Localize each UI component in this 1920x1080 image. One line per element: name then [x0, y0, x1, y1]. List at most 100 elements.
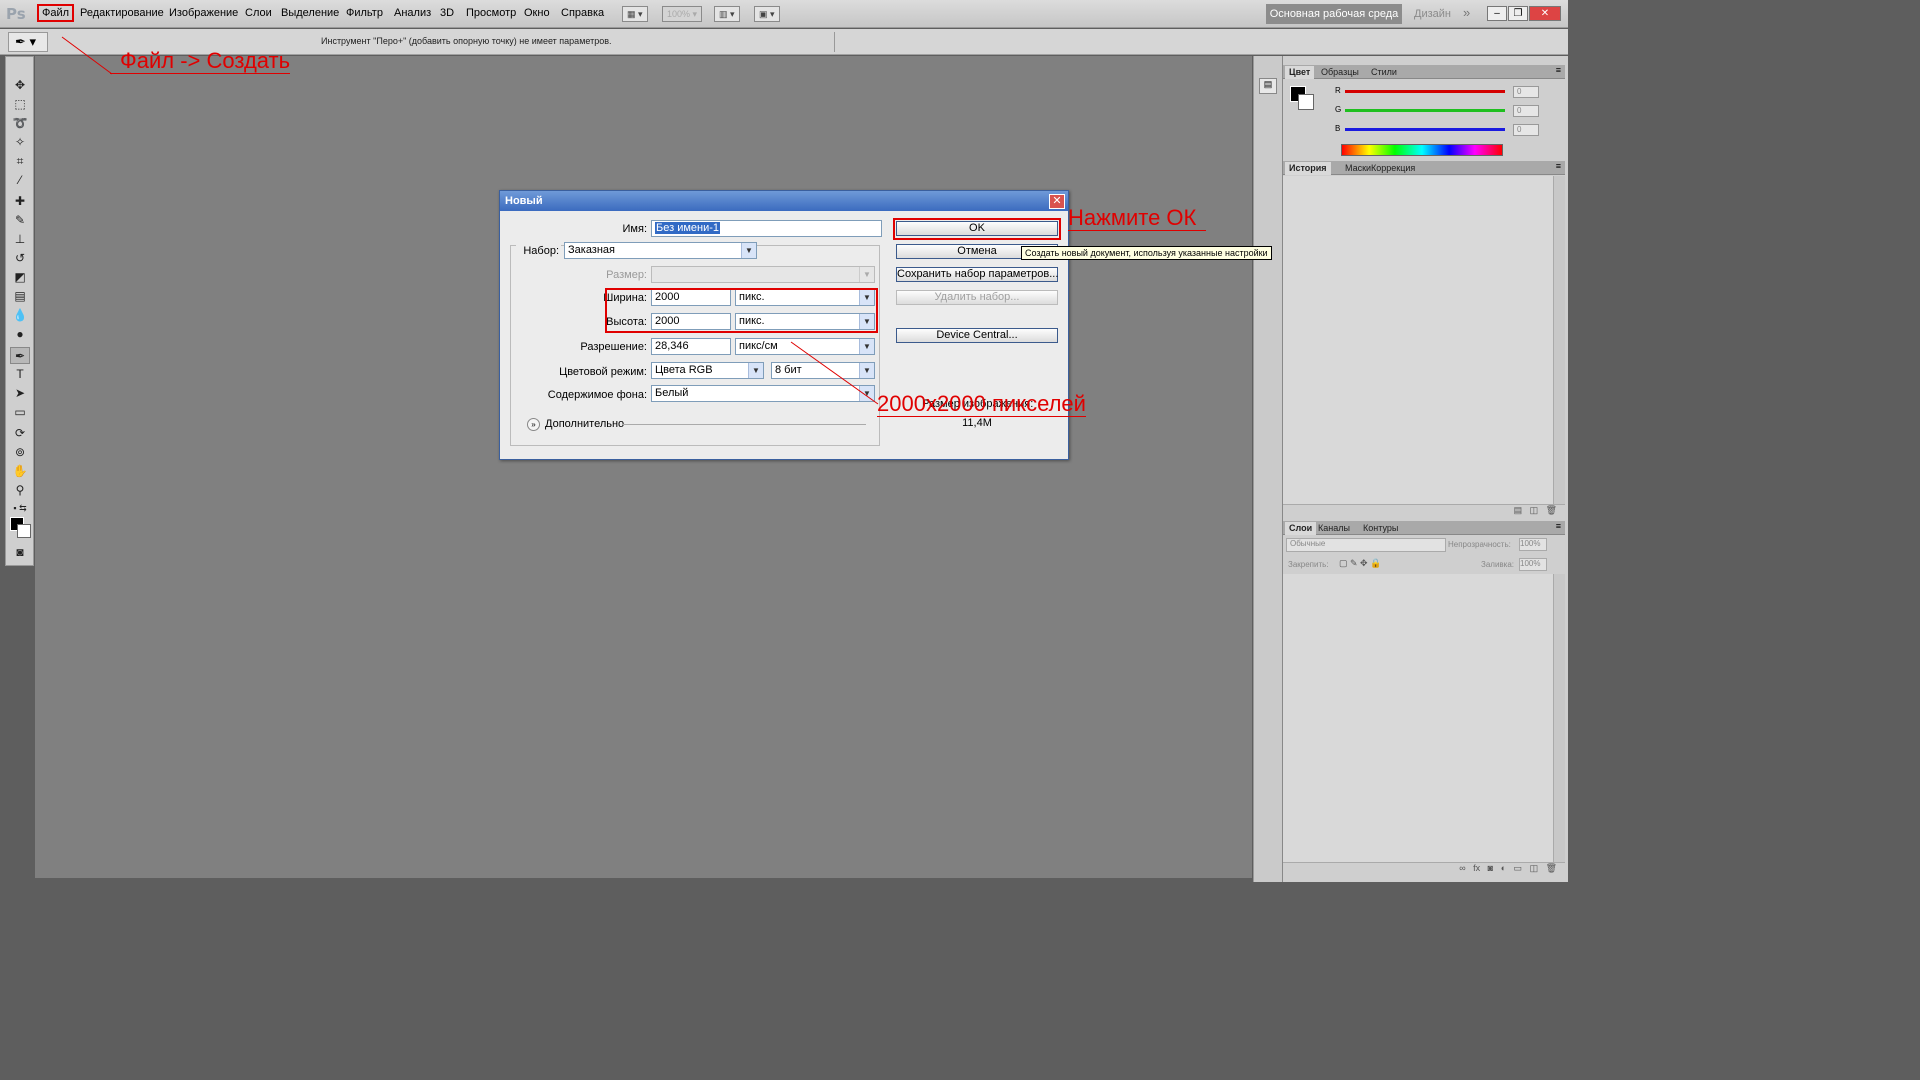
device-central-button[interactable]: Device Central...: [896, 328, 1058, 343]
background-color-swatch[interactable]: [17, 524, 31, 538]
delete-preset-button[interactable]: Удалить набор...: [896, 290, 1058, 305]
menu-3d[interactable]: 3D: [440, 7, 454, 19]
quick-select-tool-icon[interactable]: ✧: [10, 134, 30, 151]
ok-highlight-box: [893, 218, 1061, 240]
move-tool-icon[interactable]: ✥: [10, 77, 30, 94]
history-scrollbar[interactable]: [1553, 176, 1565, 504]
channel-g-slider[interactable]: [1345, 109, 1505, 112]
lock-icons[interactable]: ▢ ✎ ✥ 🔒: [1339, 558, 1381, 569]
pen-tool-icon[interactable]: ✒: [10, 347, 30, 364]
panel-menu-icon[interactable]: ≡: [1556, 65, 1561, 75]
channel-g-value[interactable]: 0: [1513, 105, 1539, 117]
lasso-tool-icon[interactable]: ➰: [10, 115, 30, 132]
quick-mask-icon[interactable]: ◙: [10, 544, 30, 561]
tab-channels[interactable]: Каналы: [1314, 522, 1354, 535]
gradient-tool-icon[interactable]: ▤: [10, 288, 30, 305]
chevron-down-icon: ▼: [748, 363, 763, 378]
menu-file[interactable]: Файл: [37, 4, 75, 22]
channel-r-value[interactable]: 0: [1513, 86, 1539, 98]
menu-select[interactable]: Выделение: [281, 7, 339, 19]
resolution-input[interactable]: 28,346: [651, 338, 731, 355]
save-preset-button[interactable]: Сохранить набор параметров...: [896, 267, 1058, 282]
tab-layers[interactable]: Слои: [1285, 522, 1317, 535]
more-workspaces-icon[interactable]: »: [1463, 5, 1470, 20]
type-tool-icon[interactable]: T: [10, 366, 30, 383]
shape-tool-icon[interactable]: ▭: [10, 404, 30, 421]
blur-tool-icon[interactable]: 💧: [10, 307, 30, 324]
layers-list: [1283, 574, 1553, 862]
workspace-design-button[interactable]: Дизайн: [1414, 8, 1451, 20]
zoom-tool-icon[interactable]: ⚲: [10, 482, 30, 499]
tab-color[interactable]: Цвет: [1285, 66, 1315, 79]
image-size-value: 11,4M: [962, 417, 992, 429]
menu-edit[interactable]: Редактирование: [80, 7, 164, 19]
color-spectrum-bar[interactable]: [1341, 144, 1503, 156]
tab-history[interactable]: История: [1285, 162, 1331, 175]
channel-b-slider[interactable]: [1345, 128, 1505, 131]
color-mode-select[interactable]: Цвета RGB ▼: [651, 362, 764, 379]
preset-label: Набор:: [516, 245, 561, 257]
menu-help[interactable]: Справка: [561, 7, 604, 19]
marquee-tool-icon[interactable]: ⬚: [10, 96, 30, 113]
background-color-picker[interactable]: [1298, 94, 1314, 110]
fill-value[interactable]: 100%: [1519, 558, 1547, 571]
crop-tool-icon[interactable]: ⌗: [10, 153, 30, 170]
layers-panel-tabs: Слои Каналы Контуры ≡: [1283, 521, 1565, 535]
path-selection-tool-icon[interactable]: ➤: [10, 385, 30, 402]
panel-menu-icon[interactable]: ≡: [1556, 521, 1561, 531]
layers-scrollbar[interactable]: [1553, 574, 1565, 862]
tab-swatches[interactable]: Образцы: [1317, 66, 1363, 79]
minimize-icon[interactable]: –: [1487, 6, 1507, 21]
opacity-label: Непрозрачность:: [1448, 540, 1511, 549]
size-select[interactable]: ▼: [651, 266, 875, 283]
history-brush-tool-icon[interactable]: ↺: [10, 250, 30, 267]
resolution-label: Разрешение:: [580, 341, 647, 353]
menu-filter[interactable]: Фильтр: [346, 7, 383, 19]
channel-r-slider[interactable]: [1345, 90, 1505, 93]
zoom-dropdown[interactable]: 100% ▾: [662, 6, 703, 22]
photoshop-logo: Ps: [6, 5, 26, 23]
panel-menu-icon[interactable]: ≡: [1556, 161, 1561, 171]
hand-tool-icon[interactable]: ✋: [10, 463, 30, 480]
eyedropper-tool-icon[interactable]: ⁄: [10, 172, 30, 189]
color-mode-label: Цветовой режим:: [559, 366, 647, 378]
workspace-essentials-button[interactable]: Основная рабочая среда: [1266, 4, 1402, 24]
screen-mode-icon[interactable]: ▦ ▾: [622, 6, 648, 22]
clone-stamp-tool-icon[interactable]: ⊥: [10, 231, 30, 248]
restore-icon[interactable]: ❐: [1508, 6, 1528, 21]
opacity-value[interactable]: 100%: [1519, 538, 1547, 551]
menu-layers[interactable]: Слои: [245, 7, 272, 19]
extras-icon[interactable]: ▣ ▾: [754, 6, 780, 22]
resolution-unit-select[interactable]: пикс/см ▼: [735, 338, 875, 355]
bit-depth-select[interactable]: 8 бит ▼: [771, 362, 875, 379]
tools-panel: ✥ ⬚ ➰ ✧ ⌗ ⁄ ✚ ✎ ⊥ ↺ ◩ ▤ 💧 ● ✒ T ➤ ▭ ⟳ ⊚ …: [5, 56, 34, 566]
3d-rotate-tool-icon[interactable]: ⟳: [10, 425, 30, 442]
3d-orbit-tool-icon[interactable]: ⊚: [10, 444, 30, 461]
name-input[interactable]: Без имени-1: [651, 220, 882, 237]
tab-styles[interactable]: Стили: [1367, 66, 1401, 79]
panel-collapsed-icon[interactable]: ▤: [1259, 78, 1277, 94]
arrange-icon[interactable]: ▥ ▾: [714, 6, 740, 22]
brush-tool-icon[interactable]: ✎: [10, 212, 30, 229]
tab-adjustments[interactable]: Коррекция: [1367, 162, 1419, 175]
preset-select[interactable]: Заказная ▼: [564, 242, 757, 259]
advanced-label[interactable]: Дополнительно: [545, 418, 624, 430]
tab-paths[interactable]: Контуры: [1359, 522, 1402, 535]
size-label: Размер:: [606, 269, 647, 281]
menu-view[interactable]: Просмотр: [466, 7, 516, 19]
tool-preset-picker[interactable]: ✒ ▾: [8, 32, 48, 52]
eraser-tool-icon[interactable]: ◩: [10, 269, 30, 286]
menu-analysis[interactable]: Анализ: [394, 7, 431, 19]
chevron-down-icon: ▼: [859, 386, 874, 401]
advanced-expand-icon[interactable]: »: [527, 418, 540, 431]
dialog-close-icon[interactable]: ✕: [1049, 194, 1065, 209]
background-select[interactable]: Белый ▼: [651, 385, 875, 402]
healing-brush-tool-icon[interactable]: ✚: [10, 193, 30, 210]
menu-image[interactable]: Изображение: [169, 7, 238, 19]
swap-colors-icon[interactable]: ▪ ⇆: [10, 500, 30, 517]
close-icon[interactable]: ✕: [1529, 6, 1561, 21]
dodge-tool-icon[interactable]: ●: [10, 326, 30, 343]
blend-mode-select[interactable]: Обычные: [1286, 538, 1446, 552]
channel-b-value[interactable]: 0: [1513, 124, 1539, 136]
menu-window[interactable]: Окно: [524, 7, 550, 19]
